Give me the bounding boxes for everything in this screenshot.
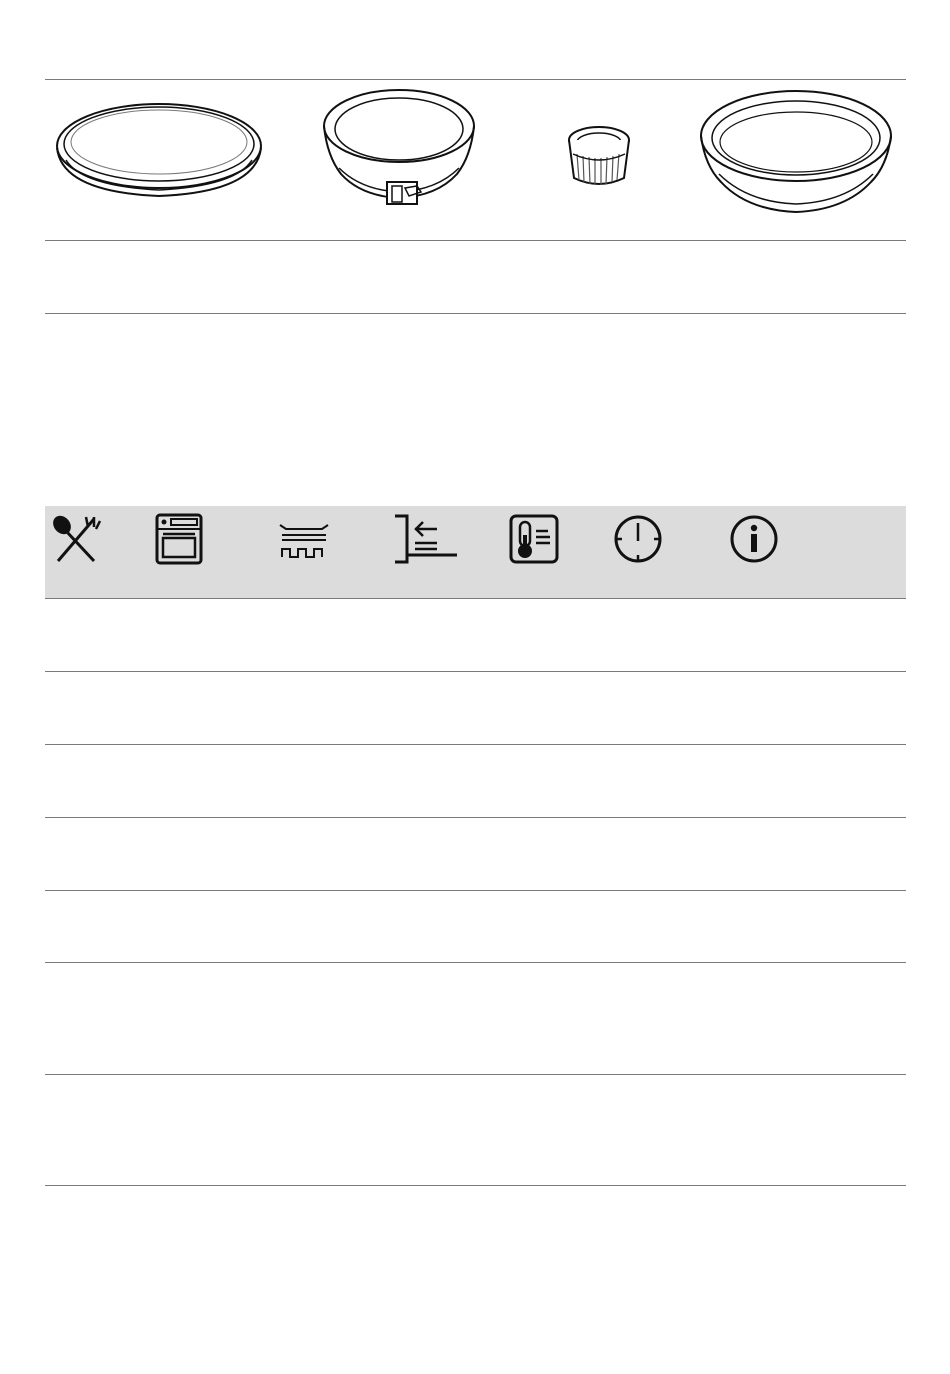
food-spoon-fork-icon xyxy=(53,515,102,563)
bakeware-description-row xyxy=(45,241,906,313)
table-row xyxy=(45,599,906,671)
flat-tart-pan-icon xyxy=(56,103,262,198)
shelf-position-icon xyxy=(395,514,457,564)
table-row xyxy=(45,818,906,890)
table-row xyxy=(45,672,906,744)
table-row xyxy=(45,1075,906,1185)
springform-pan-icon xyxy=(323,89,475,205)
ramekin-icon xyxy=(568,126,630,185)
timer-icon xyxy=(614,515,662,563)
accessory-shelf-icon xyxy=(279,524,329,558)
round-cake-pan-icon xyxy=(700,90,892,214)
info-icon xyxy=(730,515,778,563)
oven-icon xyxy=(155,513,203,565)
temperature-icon xyxy=(509,514,559,564)
settings-table-bottom-rule xyxy=(45,1185,906,1186)
table-row xyxy=(45,891,906,962)
table-top-rule xyxy=(45,79,906,80)
table-row xyxy=(45,963,906,1074)
table-bottom-rule xyxy=(45,313,906,314)
table-row xyxy=(45,745,906,817)
